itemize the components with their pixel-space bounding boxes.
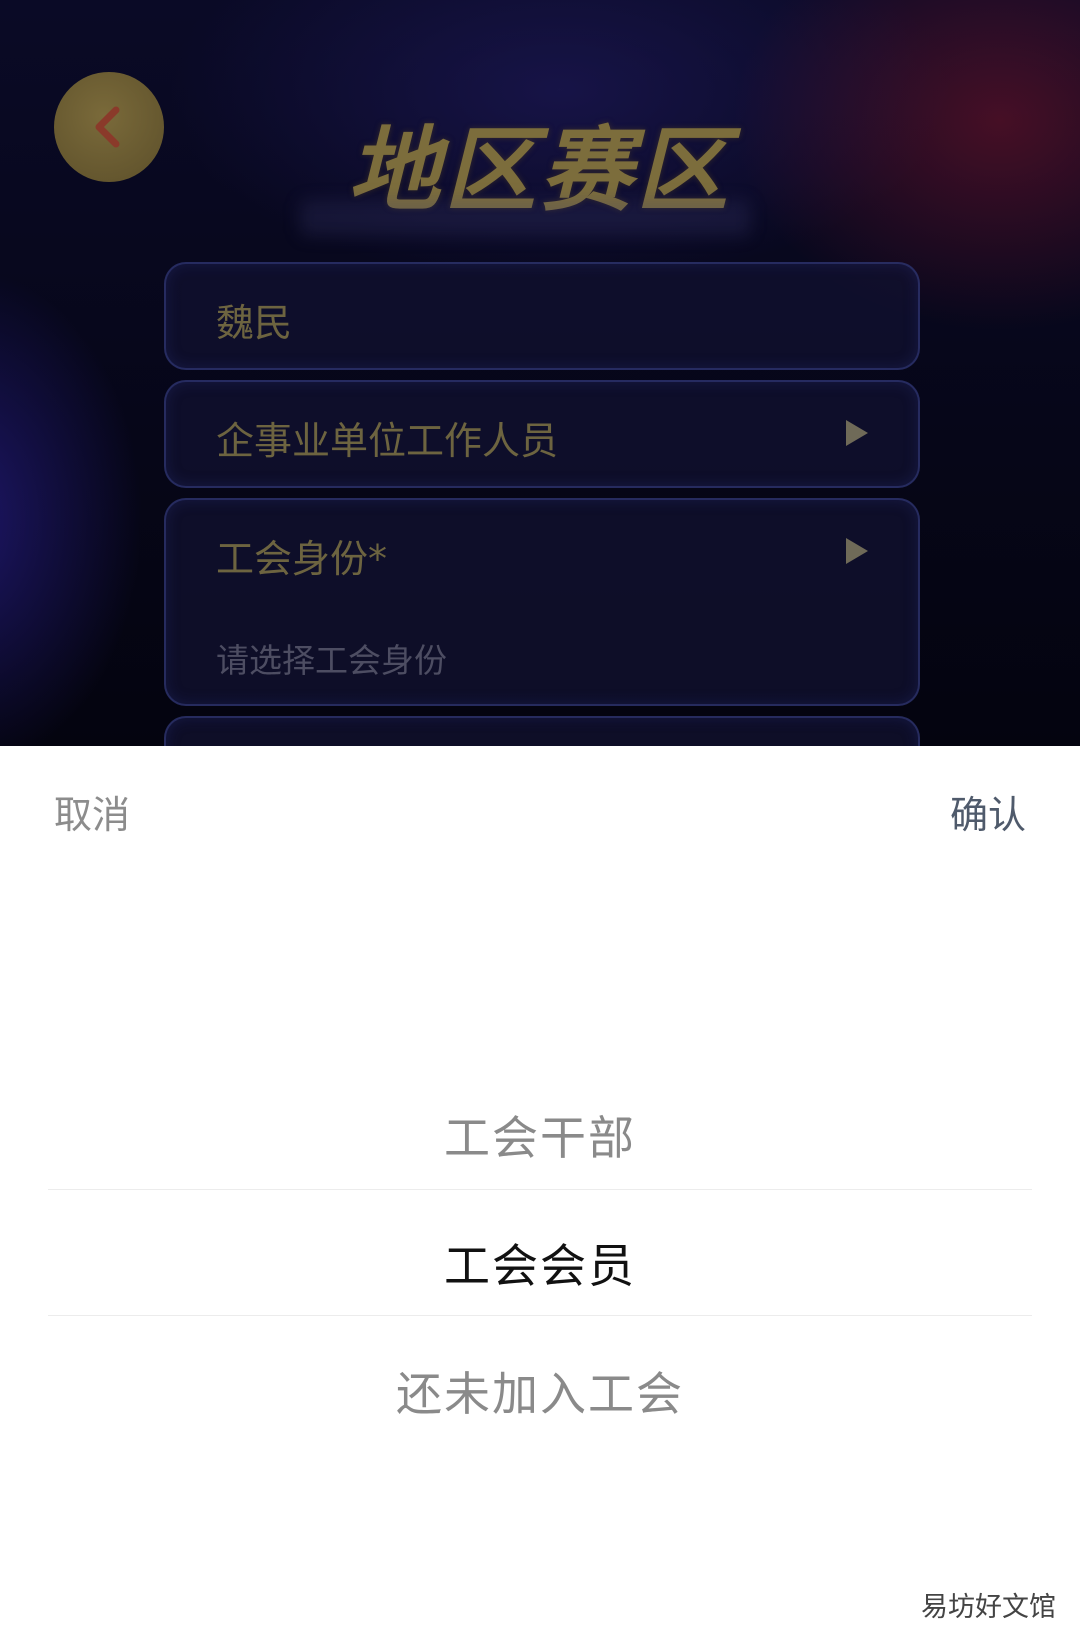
caret-right-icon (846, 538, 868, 564)
subtitle-blur (300, 200, 750, 236)
occupation-field[interactable]: 企事业单位工作人员 (164, 380, 920, 488)
picker-divider-bottom (48, 1315, 1032, 1316)
name-value: 魏民 (216, 301, 293, 345)
picker-option-cadre[interactable]: 工会干部 (0, 1102, 1080, 1168)
cancel-button[interactable]: 取消 (54, 784, 130, 839)
next-field[interactable] (164, 716, 920, 746)
picker-sheet: 取消 确认 工会干部 工会会员 还未加入工会 易坊好文馆 (0, 746, 1080, 1634)
watermark: 易坊好文馆 (921, 1592, 1056, 1623)
confirm-button[interactable]: 确认 (950, 784, 1026, 839)
picker-divider-top (48, 1189, 1032, 1190)
union-identity-placeholder: 请选择工会身份 (216, 641, 447, 680)
name-field[interactable]: 魏民 (164, 262, 920, 370)
union-identity-label: 工会身份* (216, 537, 388, 581)
caret-right-icon (846, 420, 868, 446)
picker-option-member[interactable]: 工会会员 (0, 1230, 1080, 1296)
picker-option-not-joined[interactable]: 还未加入工会 (0, 1358, 1080, 1424)
background-app: 地区赛区 魏民 企事业单位工作人员 工会身份* 请选择工会身份 (0, 0, 1080, 746)
union-identity-field[interactable]: 工会身份* 请选择工会身份 (164, 498, 920, 706)
occupation-value: 企事业单位工作人员 (216, 419, 559, 463)
